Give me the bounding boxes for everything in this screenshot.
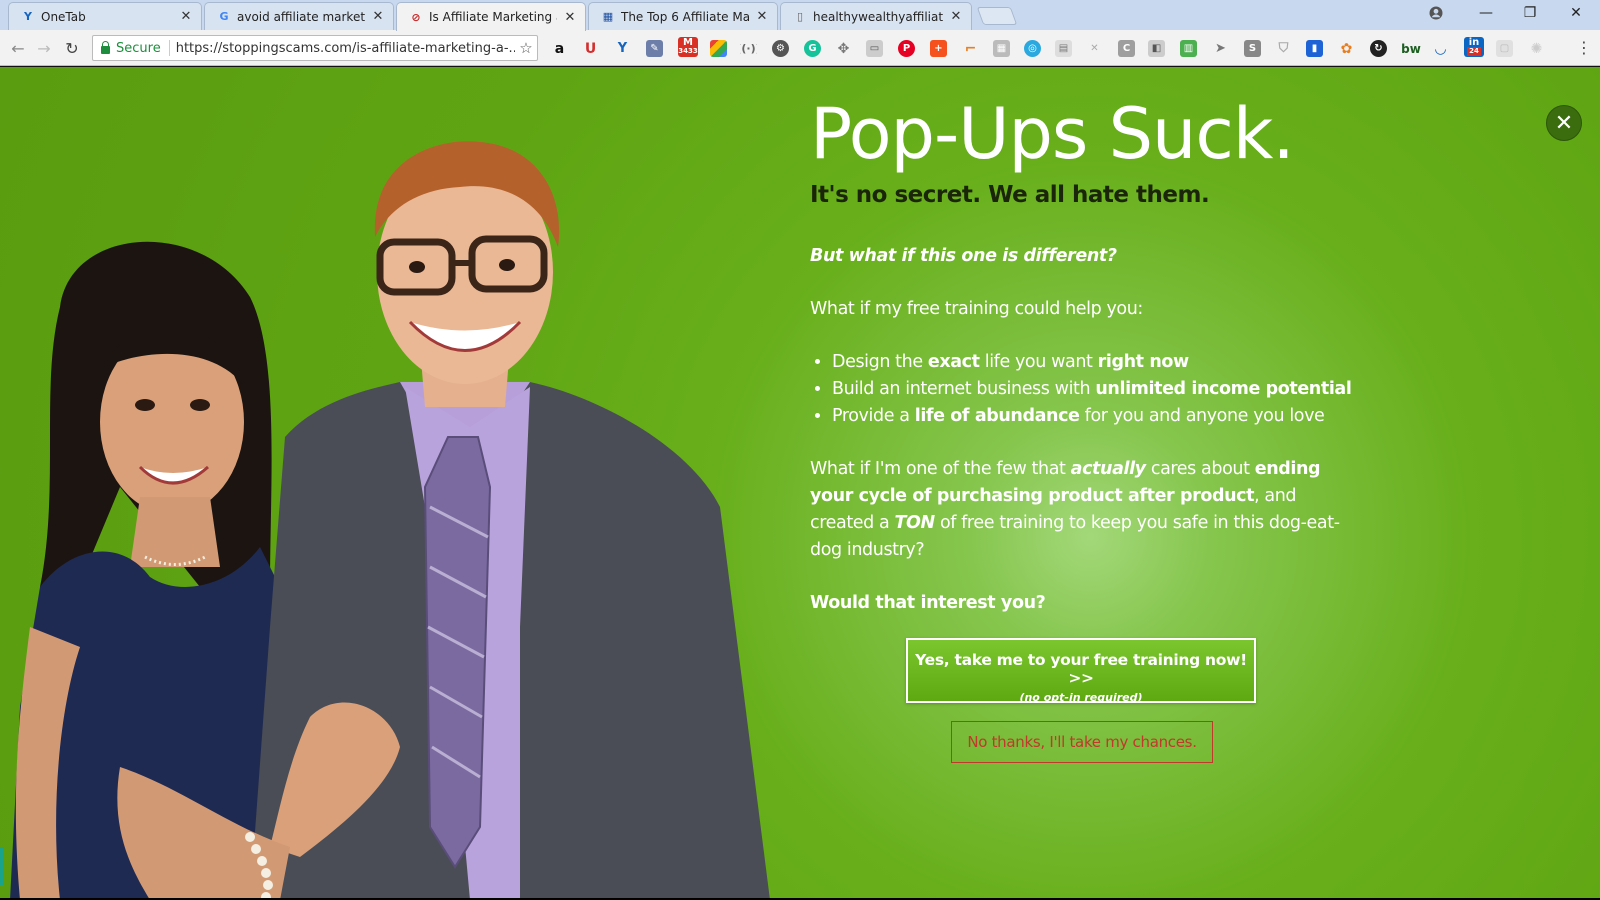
settings-gear-icon[interactable]: ⚙ — [772, 40, 789, 57]
close-tab-icon[interactable]: ✕ — [949, 9, 963, 24]
tab-title: The Top 6 Affiliate Marke — [621, 9, 749, 24]
color-picker-icon[interactable] — [710, 40, 727, 57]
tools-icon[interactable]: ✕ — [1086, 40, 1103, 57]
close-tab-icon[interactable]: ✕ — [179, 9, 193, 24]
search-ext-icon[interactable]: ◎ — [1024, 40, 1041, 57]
page-icon: ▯ — [796, 10, 804, 23]
magnet-icon[interactable]: U — [582, 40, 599, 57]
label-icon[interactable]: ➤ — [1212, 40, 1229, 57]
refresh-circle-icon[interactable]: ↻ — [1370, 40, 1387, 57]
close-icon: ✕ — [1554, 110, 1574, 136]
new-tab-button[interactable] — [976, 7, 1018, 25]
tab-onetab[interactable]: Y OneTab ✕ — [8, 2, 202, 30]
lock-icon — [101, 41, 110, 54]
sheet-icon[interactable]: ▥ — [1180, 40, 1197, 57]
tab-title: Is Affiliate Marketing a Sc — [429, 10, 557, 24]
list-item: Provide a life of abundance for you and … — [832, 403, 1355, 430]
popup-body: But what if this one is different? What … — [810, 243, 1355, 643]
onetab-icon: Y — [24, 10, 32, 23]
tab-title: healthywealthyaffiliate.cc — [813, 9, 943, 24]
panel-icon[interactable]: ◧ — [1148, 40, 1165, 57]
closing-question: Would that interest you? — [810, 593, 1046, 613]
browser-toolbar: ← → ↻ Secure https://stoppingscams.com/i… — [0, 30, 1600, 66]
amazon-icon[interactable]: a — [551, 40, 568, 57]
profile-icon[interactable] — [1414, 0, 1458, 26]
list-item: Design the exact life you want right now — [832, 349, 1355, 376]
wifi-icon[interactable]: ◡ — [1432, 40, 1449, 57]
tab-healthywealthy[interactable]: ▯ healthywealthyaffiliate.cc ✕ — [780, 2, 972, 30]
sun-icon[interactable]: ✿ — [1338, 40, 1355, 57]
tab-top6-affiliate[interactable]: ▦ The Top 6 Affiliate Marke ✕ — [588, 2, 778, 30]
shield-icon[interactable]: ⛉ — [1275, 40, 1292, 57]
tab-stoppingscams[interactable]: ⊘ Is Affiliate Marketing a Sc ✕ — [396, 2, 586, 31]
gmail-badge: 3433 — [678, 47, 698, 55]
bookmark-icon[interactable]: ▮ — [1306, 40, 1323, 57]
popup-subhead: It's no secret. We all hate them. — [810, 182, 1210, 208]
pinterest-icon[interactable]: P — [898, 40, 915, 57]
free-training-button[interactable]: Yes, take me to your free training now! … — [906, 638, 1256, 704]
grammarly-icon[interactable]: G — [804, 40, 821, 57]
eyedropper-icon[interactable]: ✎ — [646, 40, 663, 57]
article-icon: ▦ — [602, 10, 614, 23]
blank-ext-icon[interactable]: ▢ — [1496, 40, 1513, 57]
cta-yes-label: Yes, take me to your free training now! … — [915, 651, 1247, 687]
bookmark-star-icon[interactable]: ☆ — [515, 39, 537, 57]
linkedin-icon[interactable]: in 24 — [1464, 37, 1484, 57]
close-tab-icon[interactable]: ✕ — [563, 10, 577, 25]
popup-question: But what if this one is different? — [810, 246, 1117, 266]
broadcast-icon[interactable]: ((·)) — [740, 40, 757, 57]
address-bar[interactable]: Secure https://stoppingscams.com/is-affi… — [92, 35, 538, 61]
document-icon[interactable]: ▤ — [1055, 40, 1072, 57]
couple-photo — [10, 141, 770, 900]
gear-ext-icon[interactable]: ✺ — [1528, 40, 1545, 57]
linkedin-badge: 24 — [1467, 47, 1481, 56]
plus-icon[interactable]: + — [930, 40, 947, 57]
forward-arrow-icon[interactable]: → — [32, 36, 56, 60]
list-item: Build an internet business with unlimite… — [832, 376, 1355, 403]
tab-title: avoid affiliate marketing — [237, 9, 365, 24]
tab-google-search[interactable]: G avoid affiliate marketing ✕ — [204, 2, 394, 30]
omnibox-divider — [168, 40, 170, 56]
cta-yes-note: (no opt-in required) — [1019, 691, 1143, 704]
grid-icon[interactable]: ▦ — [993, 40, 1010, 57]
minimize-icon[interactable]: — — [1464, 0, 1508, 26]
secure-label: Secure — [116, 40, 161, 56]
tag-icon[interactable]: ⌐ — [962, 40, 979, 57]
decline-button[interactable]: No thanks, I'll take my chances. — [951, 721, 1213, 763]
gmail-icon[interactable]: M 3433 — [678, 37, 698, 57]
onetab-ext-icon[interactable]: Y — [614, 40, 631, 57]
popup-headline: Pop-Ups Suck. — [810, 93, 1295, 175]
window-close-icon[interactable]: ✕ — [1554, 0, 1598, 26]
tab-title: OneTab — [41, 9, 86, 24]
s-icon[interactable]: S — [1244, 40, 1261, 57]
popup-intro: What if my free training could help you: — [810, 299, 1143, 319]
popup-close-button[interactable]: ✕ — [1546, 105, 1582, 141]
back-arrow-icon[interactable]: ← — [6, 36, 30, 60]
benefit-list: Design the exact life you want right now… — [832, 349, 1355, 430]
reload-icon[interactable]: ↻ — [60, 36, 84, 60]
c-icon[interactable]: C — [1118, 40, 1135, 57]
puzzle-icon[interactable]: ✥ — [835, 40, 852, 57]
stoppingscams-icon: ⊘ — [411, 10, 421, 24]
browser-window: Y OneTab ✕ G avoid affiliate marketing ✕… — [0, 0, 1600, 900]
side-feedback-tab[interactable] — [0, 847, 4, 885]
bw-icon[interactable]: bw — [1400, 40, 1422, 57]
close-tab-icon[interactable]: ✕ — [755, 9, 769, 24]
google-icon: G — [219, 10, 229, 23]
window-icon[interactable]: ▭ — [866, 40, 883, 57]
url-text[interactable]: https://stoppingscams.com/is-affiliate-m… — [176, 41, 515, 56]
chrome-menu-icon[interactable]: ⋮ — [1576, 38, 1592, 58]
close-tab-icon[interactable]: ✕ — [371, 9, 385, 24]
exit-popup: ✕ Pop-Ups Suck. It's no secret. We all h… — [0, 67, 1600, 900]
tab-strip: Y OneTab ✕ G avoid affiliate marketing ✕… — [0, 0, 1600, 31]
popup-paragraph: What if I'm one of the few that actually… — [810, 459, 1340, 560]
restore-icon[interactable]: ❐ — [1508, 0, 1552, 26]
